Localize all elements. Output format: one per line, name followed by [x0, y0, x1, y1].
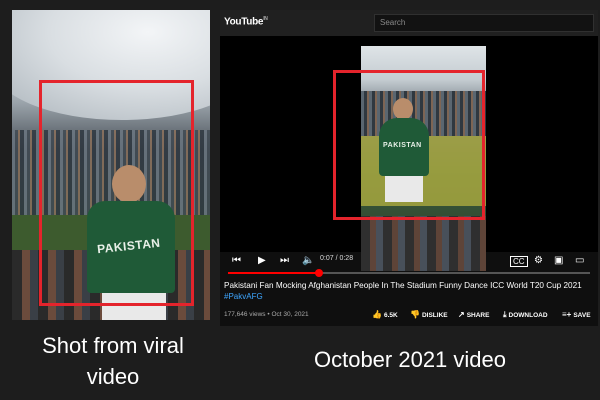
youtube-logo[interactable]: YouTubeIN — [224, 16, 268, 27]
like-count: 6.5K — [383, 312, 398, 319]
download-button[interactable]: ⤓ DOWNLOAD — [503, 310, 548, 320]
dislike-label: DISLIKE — [421, 312, 448, 319]
caption-right: October 2021 video — [313, 347, 507, 372]
caption-left: Shot from viral video — [42, 333, 184, 389]
share-label: SHARE — [466, 312, 490, 319]
hashtag-link[interactable]: #PakvAFG — [224, 292, 263, 301]
theater-icon[interactable]: ▭ — [575, 254, 584, 268]
play-icon[interactable]: ▶ — [258, 254, 266, 268]
thumbs-down-icon: 👎 — [410, 310, 420, 319]
save-button[interactable]: ≡+ SAVE — [562, 310, 591, 319]
views-and-date: 177,646 views • Oct 30, 2021 — [224, 311, 309, 318]
gear-icon[interactable]: ⚙ — [534, 254, 543, 268]
download-icon: ⤓ — [503, 310, 507, 319]
skip-next-icon[interactable]: ⏭ — [280, 254, 289, 268]
player-controls: ⏮ ▶ ⏭ 🔈 0:07 / 0:28 CC ⚙ ▣ ▭ — [220, 253, 598, 271]
volume-icon[interactable]: 🔈 — [302, 254, 314, 268]
dislike-button[interactable]: 👎 DISLIKE — [410, 310, 448, 319]
subtitles-icon[interactable]: CC — [510, 256, 528, 267]
progress-fill — [228, 272, 319, 274]
highlight-box-left — [39, 80, 194, 306]
youtube-logo-region: IN — [263, 16, 268, 22]
progress-bar[interactable] — [228, 269, 590, 277]
time-display: 0:07 / 0:28 — [320, 255, 354, 262]
search-input[interactable]: Search — [374, 14, 594, 32]
highlight-box-right — [333, 70, 485, 220]
youtube-logo-text: YouTube — [224, 16, 264, 28]
playlist-add-icon: ≡+ — [562, 310, 572, 319]
thumbs-up-icon: 👍 — [372, 310, 382, 319]
search-placeholder: Search — [380, 18, 406, 27]
download-label: DOWNLOAD — [508, 312, 548, 319]
save-label: SAVE — [573, 312, 591, 319]
skip-back-icon[interactable]: ⏮ — [232, 254, 241, 268]
miniplayer-icon[interactable]: ▣ — [554, 254, 563, 268]
video-title: Pakistani Fan Mocking Afghanistan People… — [224, 281, 582, 290]
share-icon: ↗ — [458, 310, 465, 319]
share-button[interactable]: ↗ SHARE — [458, 310, 489, 319]
youtube-header: YouTubeIN Search — [220, 10, 598, 36]
like-button[interactable]: 👍 6.5K — [372, 310, 398, 319]
